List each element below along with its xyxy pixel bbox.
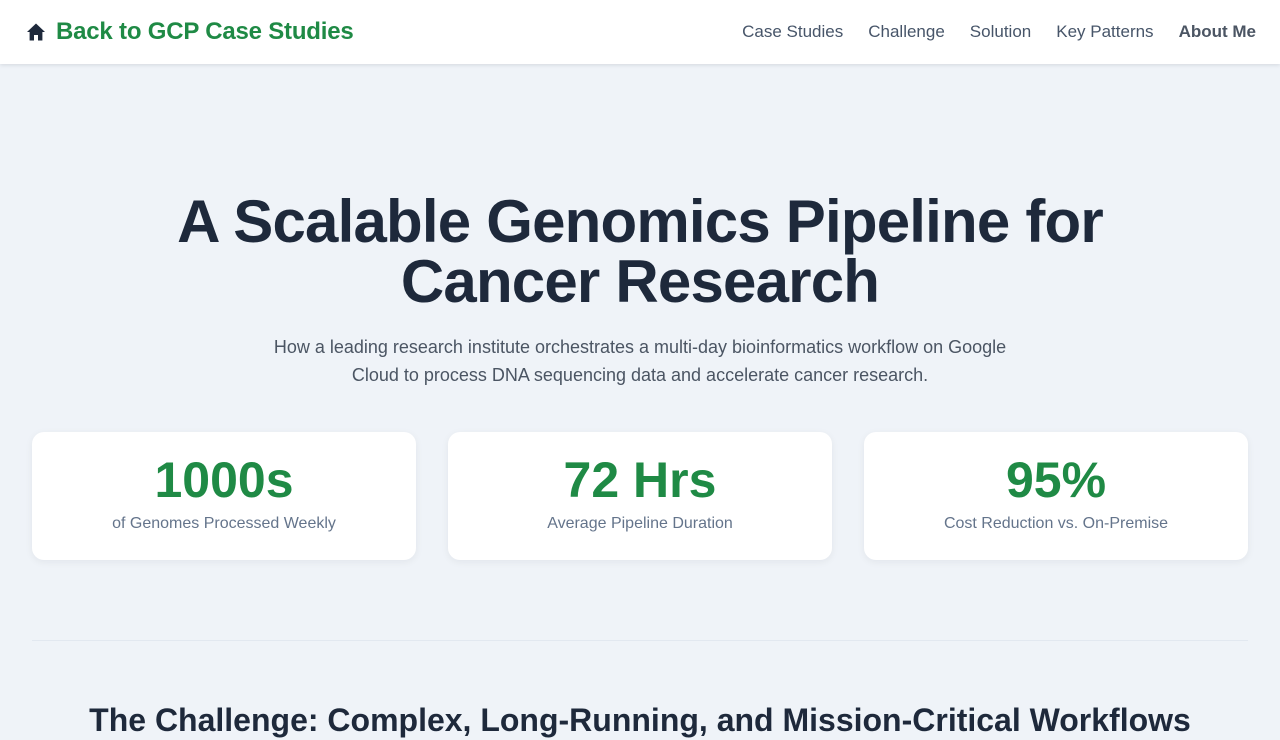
- page-subtitle: How a leading research institute orchest…: [273, 337, 1007, 385]
- stat-label: of Genomes Processed Weekly: [112, 515, 336, 532]
- stats-row: 1000s of Genomes Processed Weekly 72 Hrs…: [32, 432, 1248, 560]
- stat-card-duration: 72 Hrs Average Pipeline Duration: [448, 432, 832, 560]
- section-divider: [32, 640, 1248, 641]
- stat-label: Cost Reduction vs. On-Premise: [943, 515, 1169, 532]
- main-nav: Case Studies Challenge Solution Key Patt…: [742, 22, 1256, 42]
- stat-value: 72 Hrs: [563, 452, 717, 508]
- stat-card-cost: 95% Cost Reduction vs. On-Premise: [864, 432, 1248, 560]
- stat-value: 95%: [1005, 452, 1107, 508]
- stat-label: Average Pipeline Duration: [547, 515, 733, 532]
- nav-challenge[interactable]: Challenge: [868, 22, 945, 42]
- stat-card-genomes: 1000s of Genomes Processed Weekly: [32, 432, 416, 560]
- stat-value: 1000s: [154, 452, 294, 508]
- top-navbar: Back to GCP Case Studies Case Studies Ch…: [0, 0, 1280, 64]
- back-link-label: Back to GCP Case Studies: [56, 18, 354, 45]
- nav-about-me[interactable]: About Me: [1179, 22, 1256, 42]
- challenge-section-heading: The Challenge: Complex, Long-Running, an…: [89, 702, 1191, 738]
- page-title: A Scalable Genomics Pipeline for Cancer …: [177, 188, 1104, 315]
- back-to-case-studies-link[interactable]: Back to GCP Case Studies: [26, 18, 354, 46]
- hero-section: A Scalable Genomics Pipeline for Cancer …: [0, 64, 1280, 389]
- nav-case-studies[interactable]: Case Studies: [742, 22, 843, 42]
- nav-key-patterns[interactable]: Key Patterns: [1056, 22, 1153, 42]
- home-icon: [26, 22, 46, 42]
- nav-solution[interactable]: Solution: [970, 22, 1031, 42]
